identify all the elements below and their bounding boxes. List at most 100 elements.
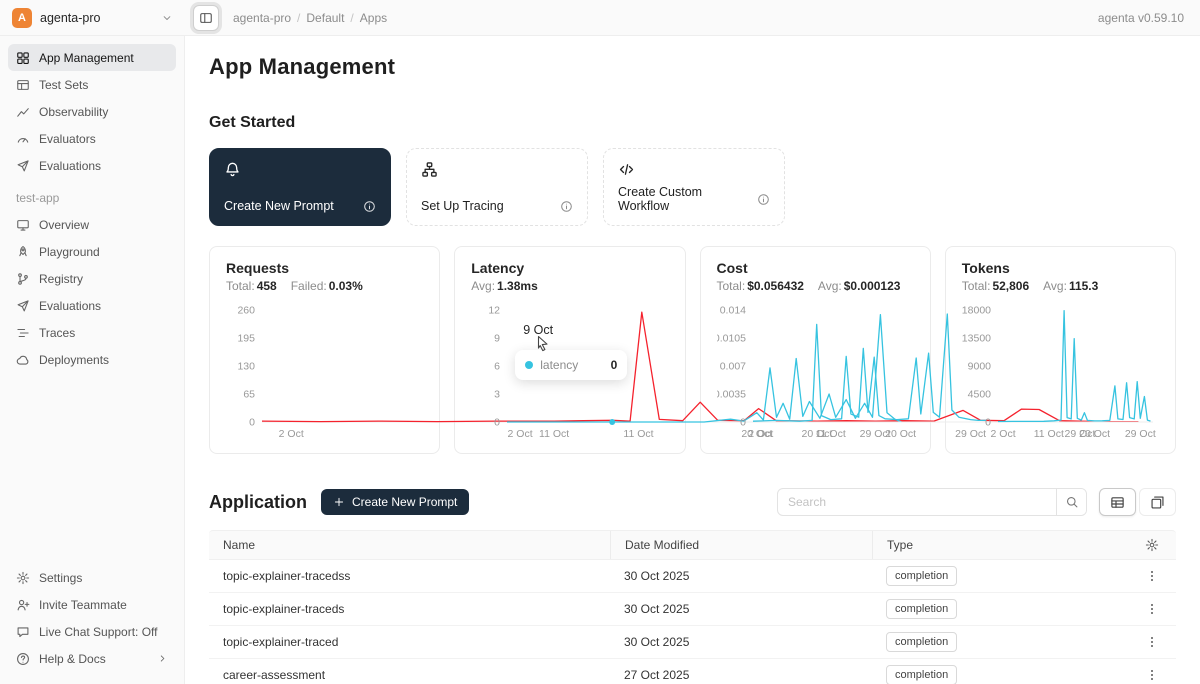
metric-stats: Total:458 Failed:0.03% <box>226 279 423 293</box>
info-icon[interactable] <box>560 200 573 213</box>
metric-stat: Failed:0.03% <box>291 279 363 293</box>
row-menu-button[interactable] <box>1140 597 1164 621</box>
metric-stats: Total:52,806Avg:115.3 <box>962 279 1159 293</box>
workspace-name: agenta-pro <box>40 11 153 25</box>
breadcrumb-item-apps[interactable]: Apps <box>360 11 387 25</box>
metric-card-tokens: TokensTotal:52,806Avg:115.30450090001350… <box>945 246 1176 454</box>
row-menu-button[interactable] <box>1140 630 1164 654</box>
table-view-button[interactable] <box>1099 488 1136 516</box>
card-view-icon <box>1150 495 1165 510</box>
info-icon[interactable] <box>757 193 770 206</box>
search-input[interactable] <box>778 489 1056 515</box>
rocket-icon <box>16 245 30 259</box>
sidebar-app-section-label: test-app <box>8 179 176 211</box>
app-type: completion <box>872 599 1128 620</box>
svg-text:13500: 13500 <box>962 333 991 345</box>
get-started-card-label: Create Custom Workflow <box>618 185 749 213</box>
plus-icon <box>333 496 345 508</box>
sidebar-item-test-sets[interactable]: Test Sets <box>8 71 176 98</box>
sidebar-item-live-chat-support-off[interactable]: Live Chat Support: Off <box>8 618 176 645</box>
metric-stats: Total:$0.056432Avg:$0.000123 <box>717 279 914 293</box>
get-started-title: Get Started <box>209 114 1176 132</box>
sidebar-item-evaluators[interactable]: Evaluators <box>8 125 176 152</box>
monitor-icon <box>16 218 30 232</box>
metric-stat: Avg:$0.000123 <box>818 279 901 293</box>
sidebar-item-label: Settings <box>39 571 168 585</box>
user-plus-icon <box>16 598 30 612</box>
metric-title: Requests <box>226 260 423 276</box>
chart-icon <box>16 105 30 119</box>
sidebar-item-app-management[interactable]: App Management <box>8 44 176 71</box>
sidebar-item-label: Playground <box>39 245 168 259</box>
create-new-prompt-label: Create New Prompt <box>352 495 457 509</box>
sidebar-item-label: Deployments <box>39 353 168 367</box>
row-menu-button[interactable] <box>1140 564 1164 588</box>
sidebar-item-evaluations[interactable]: Evaluations <box>8 292 176 319</box>
ellipsis-vertical-icon <box>1145 635 1159 649</box>
table-row-topic-explainer-traceds[interactable]: topic-explainer-traceds30 Oct 2025comple… <box>209 593 1176 626</box>
app-type: completion <box>872 632 1128 653</box>
metric-stats: Avg:1.38ms <box>471 279 668 293</box>
workspace-switcher[interactable]: A agenta-pro <box>0 8 185 28</box>
svg-text:9: 9 <box>494 333 500 345</box>
breadcrumb-item-default[interactable]: Default <box>306 11 344 25</box>
sidebar-item-evaluations[interactable]: Evaluations <box>8 152 176 179</box>
row-actions-cell <box>1128 564 1176 588</box>
svg-text:9000: 9000 <box>967 361 991 373</box>
sidebar-item-label: Evaluations <box>39 159 168 173</box>
app-name: career-assessment <box>209 668 610 682</box>
app-type: completion <box>872 566 1128 587</box>
row-menu-button[interactable] <box>1140 663 1164 684</box>
sidebar-item-overview[interactable]: Overview <box>8 211 176 238</box>
info-icon[interactable] <box>363 200 376 213</box>
chart-cost: 00.00350.0070.01050.0142 Oct11 Oct20 Oct… <box>717 303 914 443</box>
svg-text:20 Oct: 20 Oct <box>1079 428 1110 440</box>
row-actions-cell <box>1128 630 1176 654</box>
metric-stat: Total:52,806 <box>962 279 1029 293</box>
chart-tokens: 04500900013500180002 Oct11 Oct20 Oct29 O… <box>962 303 1159 443</box>
gauge-icon <box>16 132 30 146</box>
sidebar-toggle-button[interactable] <box>193 5 219 31</box>
table-view-icon <box>1110 495 1125 510</box>
sidebar-item-traces[interactable]: Traces <box>8 319 176 346</box>
sidebar-item-label: App Management <box>39 51 168 65</box>
sidebar-item-observability[interactable]: Observability <box>8 98 176 125</box>
app-name: topic-explainer-traced <box>209 635 610 649</box>
card-view-button[interactable] <box>1139 488 1176 516</box>
app-type: completion <box>872 665 1128 684</box>
sidebar-item-settings[interactable]: Settings <box>8 564 176 591</box>
sidebar-item-invite-teammate[interactable]: Invite Teammate <box>8 591 176 618</box>
svg-text:18000: 18000 <box>962 305 991 317</box>
sidebar-item-playground[interactable]: Playground <box>8 238 176 265</box>
table-row-topic-explainer-tracedss[interactable]: topic-explainer-tracedss30 Oct 2025compl… <box>209 560 1176 593</box>
svg-text:20 Oct: 20 Oct <box>885 428 916 440</box>
sidebar-nav-main: App ManagementTest SetsObservabilityEval… <box>8 44 176 179</box>
app-date-modified: 27 Oct 2025 <box>610 668 872 682</box>
sidebar-item-deployments[interactable]: Deployments <box>8 346 176 373</box>
search-button[interactable] <box>1056 489 1086 515</box>
svg-text:3: 3 <box>494 389 500 401</box>
sidebar-item-registry[interactable]: Registry <box>8 265 176 292</box>
svg-text:2 Oct: 2 Oct <box>990 428 1015 440</box>
chat-icon <box>16 625 30 639</box>
create-new-prompt-button[interactable]: Create New Prompt <box>321 489 469 515</box>
sidebar-item-label: Registry <box>39 272 168 286</box>
main-content: App Management Get Started Create New Pr… <box>185 36 1200 684</box>
table-settings-button[interactable] <box>1140 533 1164 557</box>
sidebar-item-help-docs[interactable]: Help & Docs <box>8 645 176 672</box>
table-row-topic-explainer-traced[interactable]: topic-explainer-traced30 Oct 2025complet… <box>209 626 1176 659</box>
breadcrumb-item-agenta-pro[interactable]: agenta-pro <box>233 11 291 25</box>
table-row-career-assessment[interactable]: career-assessment27 Oct 2025completion <box>209 659 1176 684</box>
metric-stat: Avg:1.38ms <box>471 279 538 293</box>
get-started-card-create-custom-workflow[interactable]: Create Custom Workflow <box>603 148 785 226</box>
cloud-icon <box>16 353 30 367</box>
workspace-avatar: A <box>12 8 32 28</box>
svg-text:29 Oct: 29 Oct <box>1125 428 1156 440</box>
metric-stat: Total:458 <box>226 279 277 293</box>
get-started-card-create-new-prompt[interactable]: Create New Prompt <box>209 148 391 226</box>
table-toolbar <box>777 488 1176 516</box>
get-started-card-set-up-tracing[interactable]: Set Up Tracing <box>406 148 588 226</box>
svg-text:2 Oct: 2 Oct <box>748 428 773 440</box>
gear-icon <box>16 571 30 585</box>
code-icon <box>618 161 635 178</box>
